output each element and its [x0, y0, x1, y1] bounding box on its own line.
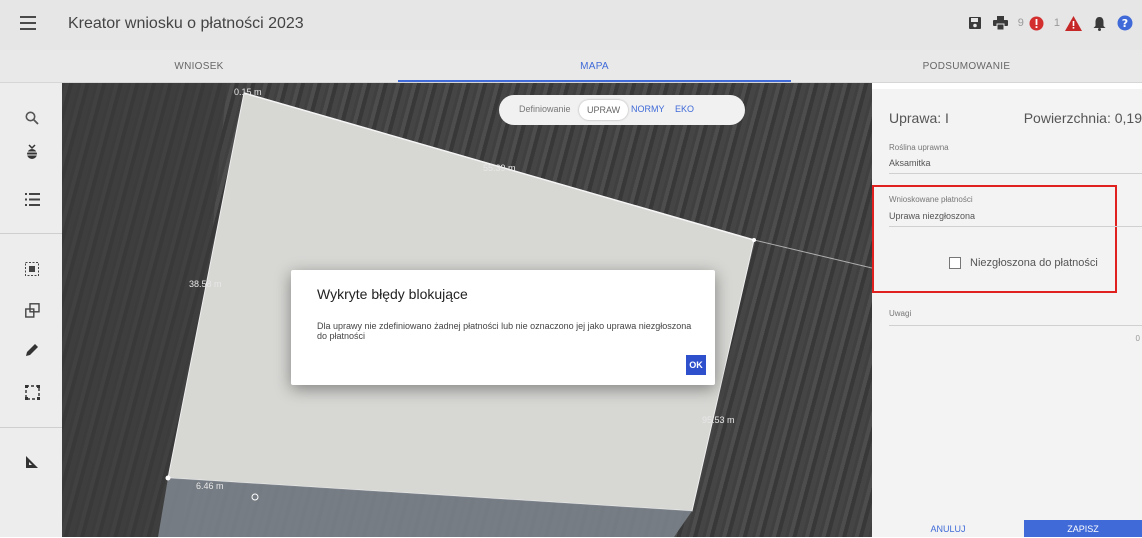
dimension-label: 6.46 m [196, 481, 224, 491]
error-count: 9 [1017, 17, 1024, 29]
crop-underline [889, 173, 1142, 174]
toggle-option-upraw[interactable]: UPRAW [579, 100, 629, 120]
dimension-label: 95.53 m [702, 415, 735, 425]
tab-bar: WNIOSEK MAPA PODSUMOWANIE [0, 50, 1142, 83]
crop-select[interactable]: Aksamitka [889, 158, 931, 168]
dimension-label: 38.58 m [189, 279, 222, 289]
blocking-errors-dialog: Wykryte błędy blokujące Dla uprawy nie z… [291, 270, 715, 385]
app-title: Kreator wniosku o płatności 2023 [68, 15, 304, 32]
rectangle-select-icon[interactable] [23, 383, 41, 401]
toggle-prefix: Definiowanie [519, 104, 571, 114]
notes-field[interactable] [889, 325, 1142, 326]
payments-select[interactable]: Uprawa niezgłoszona [889, 211, 975, 221]
warning-count: 1 [1053, 17, 1060, 29]
warning-icon[interactable] [1064, 14, 1082, 32]
error-icon[interactable] [1028, 14, 1046, 32]
dimension-label: 0.15 m [234, 87, 262, 97]
cancel-button[interactable]: ANULUJ [872, 520, 1024, 537]
draw-icon[interactable] [23, 341, 41, 359]
checkbox-label: Niezgłoszona do płatności [970, 257, 1098, 269]
panel-title: Uprawa: I [889, 110, 949, 126]
print-icon[interactable] [992, 14, 1010, 32]
select-area-icon[interactable] [23, 260, 41, 278]
dialog-message: Dla uprawy nie zdefiniowano żadnej płatn… [317, 321, 692, 341]
payments-label: Wnioskowane płatności [889, 195, 973, 204]
tool-sidebar [0, 83, 62, 537]
tab-wniosek[interactable]: WNIOSEK [0, 50, 398, 82]
top-bar: Kreator wniosku o płatności 2023 9 1 ? [0, 0, 1142, 50]
toggle-option-normy[interactable]: NORMY [631, 104, 665, 114]
panel-area: Powierzchnia: 0,19 [1023, 110, 1142, 126]
tab-podsumowanie[interactable]: PODSUMOWANIE [791, 50, 1142, 82]
notes-counter: 0 [1135, 334, 1140, 343]
search-icon[interactable] [23, 109, 41, 127]
notes-label: Uwagi [889, 309, 912, 318]
bell-icon[interactable] [1090, 14, 1108, 32]
checkbox-box[interactable] [949, 257, 961, 269]
map-view[interactable]: 0.15 m 55.39 m 38.58 m 95.53 m 6.46 m De… [62, 83, 872, 537]
dialog-title: Wykryte błędy blokujące [317, 286, 468, 302]
help-icon[interactable]: ? [1116, 14, 1134, 32]
toggle-option-eko[interactable]: EKO [675, 104, 694, 114]
save-button[interactable]: ZAPISZ [1024, 520, 1142, 537]
sidebar-divider [0, 427, 62, 428]
copy-shape-icon[interactable] [23, 301, 41, 319]
save-icon[interactable] [966, 14, 984, 32]
payments-underline [889, 226, 1142, 227]
measure-icon[interactable] [23, 453, 41, 471]
crop-plant-icon[interactable] [23, 143, 41, 161]
ok-button[interactable]: OK [686, 355, 706, 375]
list-icon[interactable] [23, 190, 41, 208]
crop-label: Roślina uprawna [889, 143, 949, 152]
svg-text:?: ? [1122, 17, 1128, 30]
dimension-label: 55.39 m [483, 163, 516, 173]
not-declared-checkbox[interactable]: Niezgłoszona do płatności [949, 257, 1098, 269]
top-actions: 9 1 ? [966, 14, 1134, 32]
crop-details-panel: Uprawa: I Powierzchnia: 0,19 Roślina upr… [872, 89, 1142, 537]
sidebar-divider [0, 233, 62, 234]
tab-mapa[interactable]: MAPA [398, 50, 791, 82]
menu-icon[interactable] [20, 16, 36, 30]
definition-mode-toggle: Definiowanie UPRAW NORMY EKO [499, 95, 745, 125]
